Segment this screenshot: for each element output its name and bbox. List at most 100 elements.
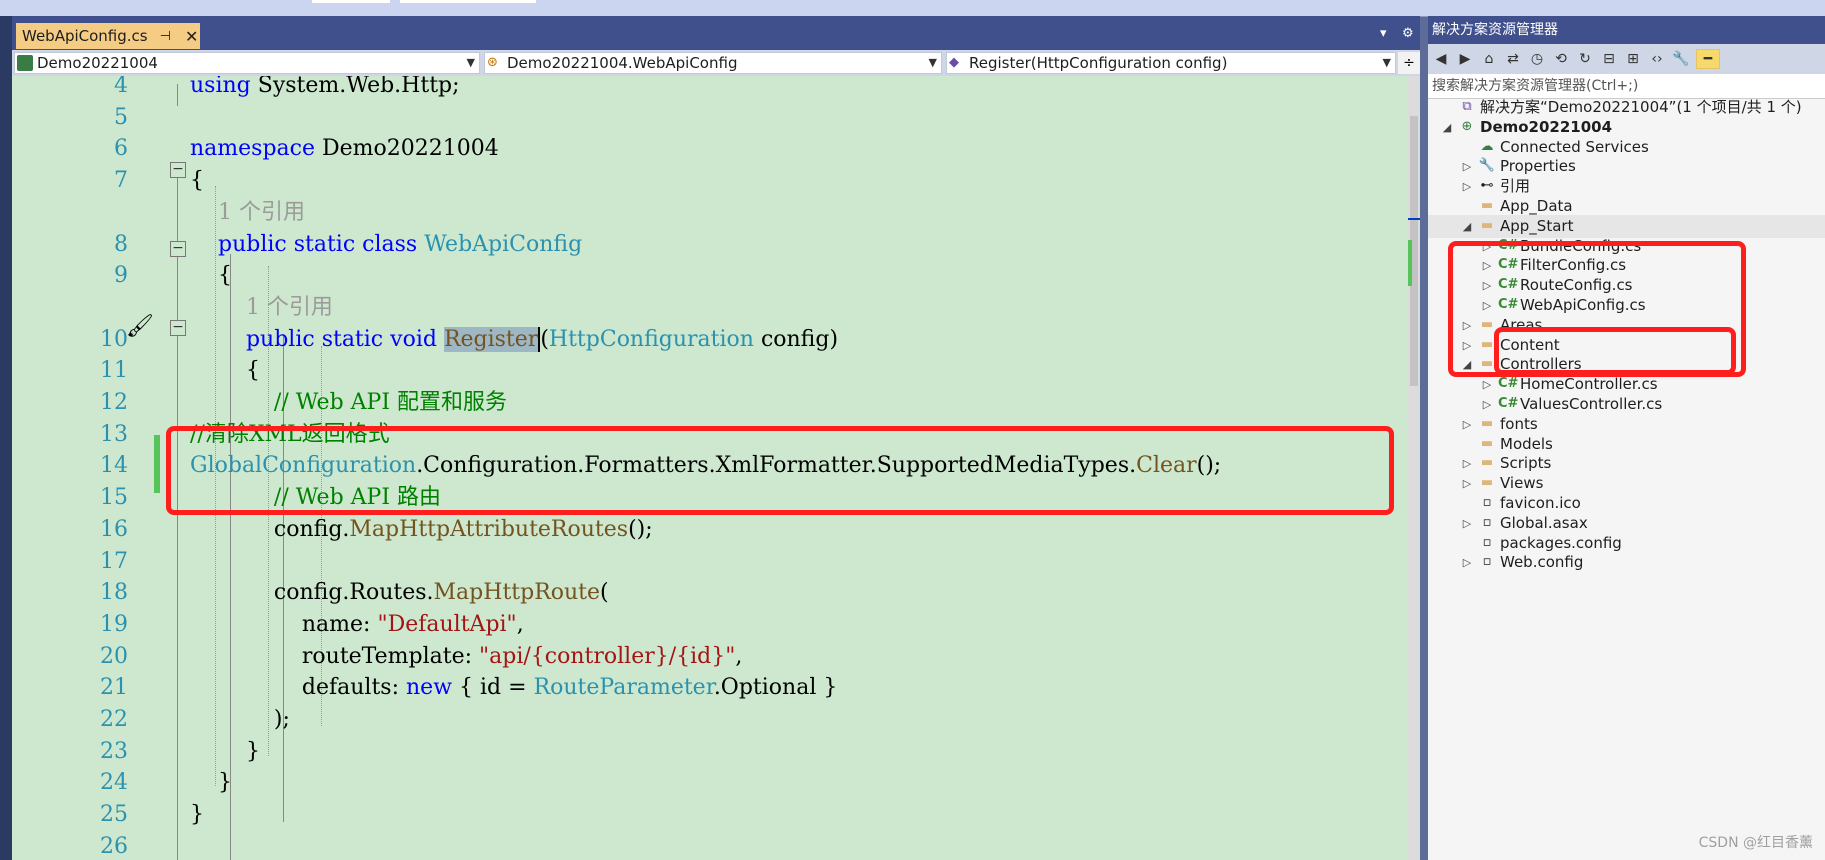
solution-icon: ⧉ [1462,99,1472,114]
line-number: 24 [100,770,128,796]
tree-item[interactable]: ▷ ▫ Web.config [1428,551,1825,574]
code-token: "api/{controller}/{id}" [479,643,736,669]
code-token: .Optional } [713,675,838,701]
code-line[interactable]: 24 } [12,767,1392,798]
settings-icon[interactable]: ⚙ [1402,26,1414,41]
code-token: MapHttpRoute [433,580,601,606]
code-line[interactable]: 8 public static class WebApiConfig [12,229,1392,260]
code-token: static [321,326,384,352]
pin-icon[interactable]: ⊣ [160,29,171,44]
code-line[interactable]: 17 [12,546,1392,577]
solution-explorer-title: 解决方案资源管理器 [1432,22,1558,38]
line-number: 14 [100,453,128,479]
code-token: static [293,231,356,257]
properties-icon[interactable]: 🔧 [1672,50,1690,68]
connected-services-icon: ☁ [1480,138,1494,154]
preview-selected-icon[interactable]: ━ [1696,49,1720,69]
tab-overflow-icon[interactable]: ▾ [1380,26,1387,41]
expand-arrow-icon[interactable]: ▷ [1462,551,1472,574]
code-token: HttpConfiguration [548,326,754,352]
home-icon[interactable]: ⌂ [1480,50,1498,68]
code-line[interactable]: 4 using System.Web.Http; [12,76,1392,101]
annotation-box-code [166,426,1394,515]
watermark: CSDN @红目香薰 [1698,835,1813,851]
show-all-files-icon[interactable]: ⊞ [1624,50,1642,68]
member-dropdown-value: Register(HttpConfiguration config) [969,54,1228,72]
code-line[interactable]: 10 public static void Register(HttpConfi… [12,324,1392,355]
code-line[interactable]: 26 [12,831,1392,860]
code-text: ); [190,704,290,735]
code-line[interactable]: 22 ); [12,704,1392,735]
chevron-down-icon: ▼ [466,56,475,69]
config-file-icon: ▫ [1482,554,1492,570]
code-text: using System.Web.Http; [190,76,460,101]
code-line[interactable]: 11 { [12,355,1392,386]
back-icon[interactable]: ◀ [1432,50,1450,68]
csharp-project-icon [17,55,33,71]
code-line[interactable]: 20 routeTemplate: "api/{controller}/{id}… [12,641,1392,672]
code-line[interactable]: 1 个引用 [12,197,1392,228]
code-token: // Web API 配置和服务 [190,390,508,415]
code-line[interactable]: 23 } [12,736,1392,767]
vertical-scrollbar[interactable] [1408,76,1420,860]
code-line[interactable]: 25} [12,799,1392,830]
code-line[interactable]: 18 config.Routes.MapHttpRoute( [12,577,1392,608]
code-token: Demo20221004 [315,136,499,162]
close-icon[interactable]: ✕ [185,27,198,46]
code-line[interactable]: 19 name: "DefaultApi", [12,609,1392,640]
code-token: (); [628,516,653,542]
code-line[interactable]: 7{ [12,165,1392,196]
line-number: 13 [100,421,128,447]
code-line[interactable]: 1 个引用 [12,292,1392,323]
line-number: 6 [114,136,128,162]
project-dropdown[interactable]: Demo20221004 ▼ [14,52,480,74]
folder-open-icon: ▬ [1480,217,1494,233]
csharp-file-icon: C# [1498,396,1519,411]
code-token: new [406,675,453,701]
scrollbar-change-marker [1408,240,1412,286]
code-token: , [735,643,743,669]
wrench-icon: 🔧 [1478,158,1496,174]
solution-explorer-titlebar: 解决方案资源管理器 [1428,16,1825,44]
code-text: } [190,767,232,798]
line-number: 17 [100,548,128,574]
code-line[interactable]: 5 [12,102,1392,133]
solution-explorer-toolbar: ◀ ▶ ⌂ ⇄ ◷ ⟲ ↻ ⊟ ⊞ ‹› 🔧 ━ [1428,44,1825,74]
class-dropdown[interactable]: ⊛ Demo20221004.WebApiConfig ▼ [484,52,942,74]
refresh-icon[interactable]: ↻ [1576,50,1594,68]
pending-changes-filter-icon[interactable]: ◷ [1528,50,1546,68]
code-token: config.Routes. [190,580,434,606]
code-area[interactable]: − − − 🖌 4 using System.Web.Http; 5 6 namespa… [12,76,1408,860]
code-text: 1 个引用 [190,197,305,228]
sync-icon[interactable]: ⟲ [1552,50,1570,68]
csharp-file-icon: C# [1498,376,1519,392]
code-line[interactable]: 16 config.MapHttpAttributeRoutes(); [12,514,1392,545]
forward-icon[interactable]: ▶ [1456,50,1474,68]
chevron-down-icon: ▼ [1382,56,1391,69]
line-number: 12 [100,390,128,415]
code-line[interactable]: 21 defaults: new { id = RouteParameter.O… [12,672,1392,703]
config-file-icon: ▫ [1482,534,1492,550]
tab-webapiconfig[interactable]: WebApiConfig.cs ⊣ ✕ [16,23,200,49]
code-token: { [190,358,260,384]
code-line[interactable]: 9 { [12,260,1392,291]
code-text: } [190,736,260,767]
code-token: { [190,263,232,289]
line-number: 21 [100,675,128,701]
code-line[interactable]: 12 // Web API 配置和服务 [12,387,1392,418]
split-window-icon[interactable]: ÷ [1398,52,1420,74]
code-token: ( [540,326,549,352]
code-token: { id = [452,675,534,701]
view-code-icon[interactable]: ‹› [1648,50,1666,68]
collapse-all-icon[interactable]: ⊟ [1600,50,1618,68]
code-line[interactable]: 6 namespace Demo20221004 [12,133,1392,164]
line-number: 8 [114,231,128,257]
line-number: 15 [100,485,128,511]
code-token: } [190,738,260,764]
switch-views-icon[interactable]: ⇄ [1504,50,1522,68]
member-dropdown[interactable]: ◆ Register(HttpConfiguration config) ▼ [946,52,1396,74]
line-number: 20 [100,643,128,669]
line-number: 7 [114,168,128,194]
